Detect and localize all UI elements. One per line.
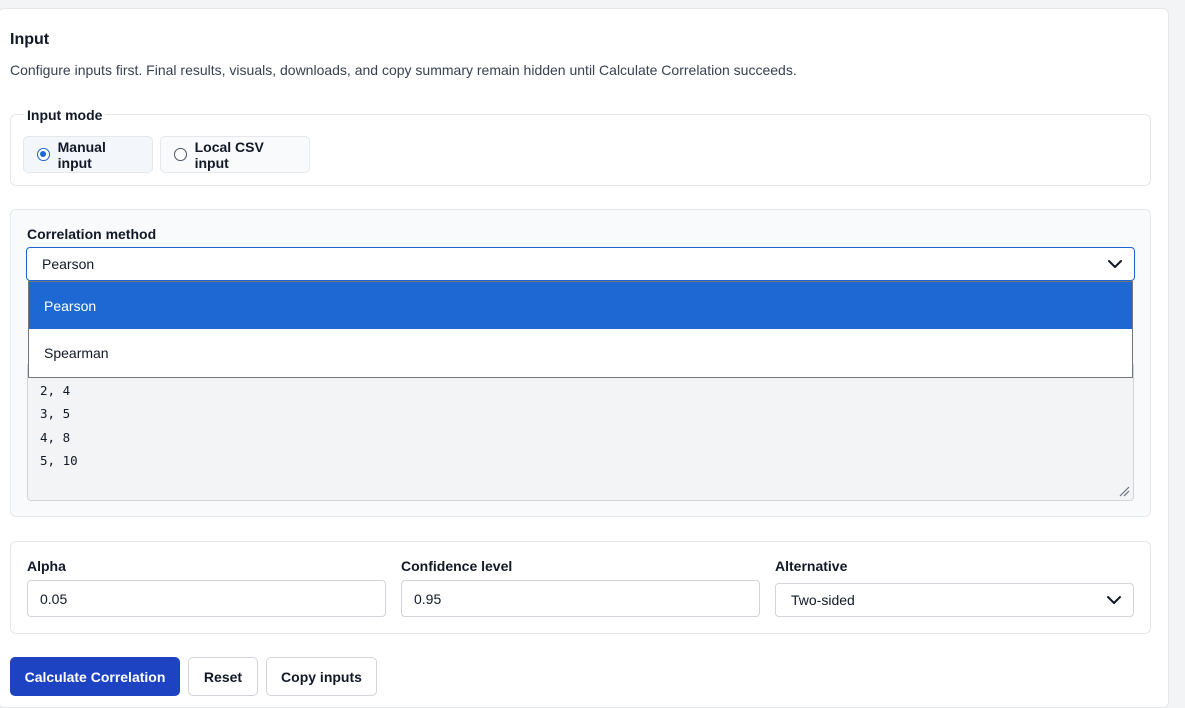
manual-input-label: Manual input	[57, 138, 106, 171]
data-line: 5, 10	[40, 452, 78, 468]
copy-inputs-button[interactable]: Copy inputs	[266, 657, 377, 696]
confidence-level-value: 0.95	[414, 590, 442, 607]
manual-input-radio[interactable]: Manual input	[23, 136, 153, 173]
correlation-method-select[interactable]: Pearson	[26, 247, 1135, 281]
chevron-down-icon	[1108, 260, 1122, 268]
dropdown-option-spearman[interactable]: Spearman	[29, 329, 1132, 376]
correlation-method-value: Pearson	[42, 256, 95, 272]
local-csv-radio[interactable]: Local CSV input	[160, 136, 310, 173]
data-line: 3, 5	[40, 406, 71, 422]
input-mode-legend: Input mode	[24, 107, 106, 123]
resize-handle-icon[interactable]	[1118, 485, 1130, 497]
confidence-level-input[interactable]: 0.95	[401, 580, 760, 617]
alpha-label: Alpha	[27, 558, 66, 574]
confidence-level-label: Confidence level	[401, 558, 513, 574]
reset-button[interactable]: Reset	[188, 657, 258, 696]
data-line: 2, 4	[40, 383, 71, 398]
alpha-value: 0.05	[40, 590, 68, 607]
dropdown-option-pearson[interactable]: Pearson	[29, 282, 1132, 329]
alpha-input[interactable]: 0.05	[27, 580, 386, 617]
section-description: Configure inputs first. Final results, v…	[10, 62, 797, 78]
data-line: 4, 8	[40, 429, 71, 445]
data-pairs-textarea[interactable]: 2, 4 3, 5 4, 8 5, 10	[27, 362, 1134, 501]
alternative-value: Two-sided	[791, 592, 855, 608]
alternative-select[interactable]: Two-sided	[775, 583, 1134, 617]
section-title: Input	[10, 31, 50, 48]
calculate-correlation-button[interactable]: Calculate Correlation	[10, 657, 180, 696]
local-csv-label: Local CSV input	[194, 138, 264, 171]
radio-unchecked-icon	[174, 148, 187, 161]
radio-checked-icon	[37, 148, 50, 161]
correlation-method-dropdown: Pearson Spearman	[28, 281, 1133, 378]
alternative-label: Alternative	[775, 558, 848, 574]
chevron-down-icon	[1107, 596, 1121, 604]
correlation-method-label: Correlation method	[27, 226, 157, 242]
